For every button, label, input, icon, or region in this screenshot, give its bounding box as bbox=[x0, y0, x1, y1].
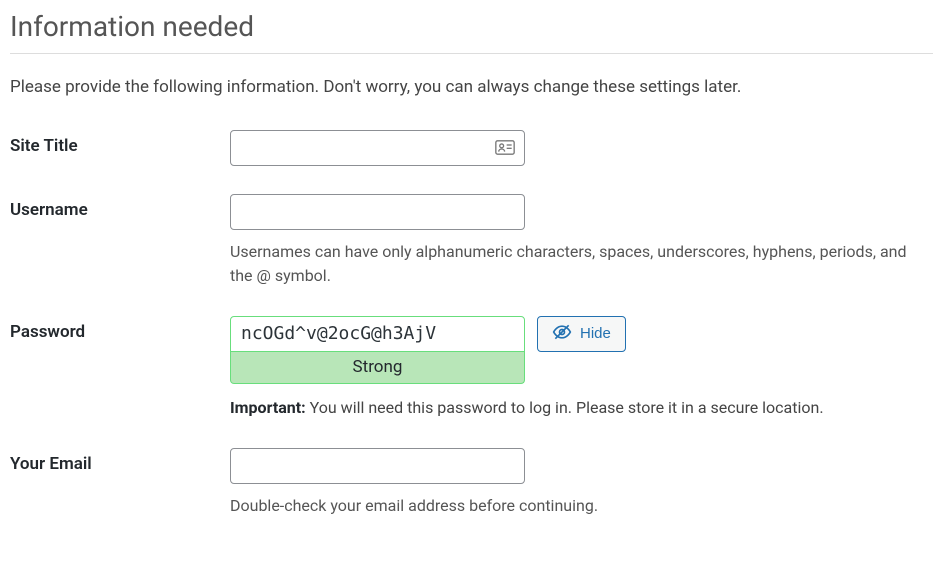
username-input[interactable] bbox=[230, 194, 525, 230]
divider bbox=[10, 53, 933, 54]
email-description: Double-check your email address before c… bbox=[230, 494, 930, 518]
site-title-input[interactable] bbox=[230, 130, 525, 166]
setup-form: Site Title Username Usernames bbox=[10, 130, 933, 518]
password-input[interactable] bbox=[230, 316, 525, 352]
site-title-label: Site Title bbox=[10, 130, 230, 156]
page-heading: Information needed bbox=[10, 10, 933, 43]
username-row: Username Usernames can have only alphanu… bbox=[10, 194, 933, 288]
password-label: Password bbox=[10, 316, 230, 342]
email-input[interactable] bbox=[230, 448, 525, 484]
hide-password-button[interactable]: Hide bbox=[537, 316, 626, 352]
eye-slash-icon bbox=[552, 322, 572, 346]
password-important-note: Important: You will need this password t… bbox=[230, 396, 933, 420]
intro-text: Please provide the following information… bbox=[10, 76, 933, 100]
username-field: Usernames can have only alphanumeric cha… bbox=[230, 194, 933, 288]
important-text: You will need this password to log in. P… bbox=[306, 398, 824, 417]
username-description: Usernames can have only alphanumeric cha… bbox=[230, 240, 930, 288]
hide-button-label: Hide bbox=[580, 325, 611, 342]
site-title-row: Site Title bbox=[10, 130, 933, 166]
password-row: Password Strong Hide bbox=[10, 316, 933, 420]
important-label: Important: bbox=[230, 398, 306, 417]
email-label: Your Email bbox=[10, 448, 230, 474]
password-field: Strong Hide Important: You will need thi… bbox=[230, 316, 933, 420]
password-strength-meter: Strong bbox=[230, 352, 525, 384]
email-row: Your Email Double-check your email addre… bbox=[10, 448, 933, 518]
site-title-field bbox=[230, 130, 933, 166]
email-field: Double-check your email address before c… bbox=[230, 448, 933, 518]
username-label: Username bbox=[10, 194, 230, 220]
